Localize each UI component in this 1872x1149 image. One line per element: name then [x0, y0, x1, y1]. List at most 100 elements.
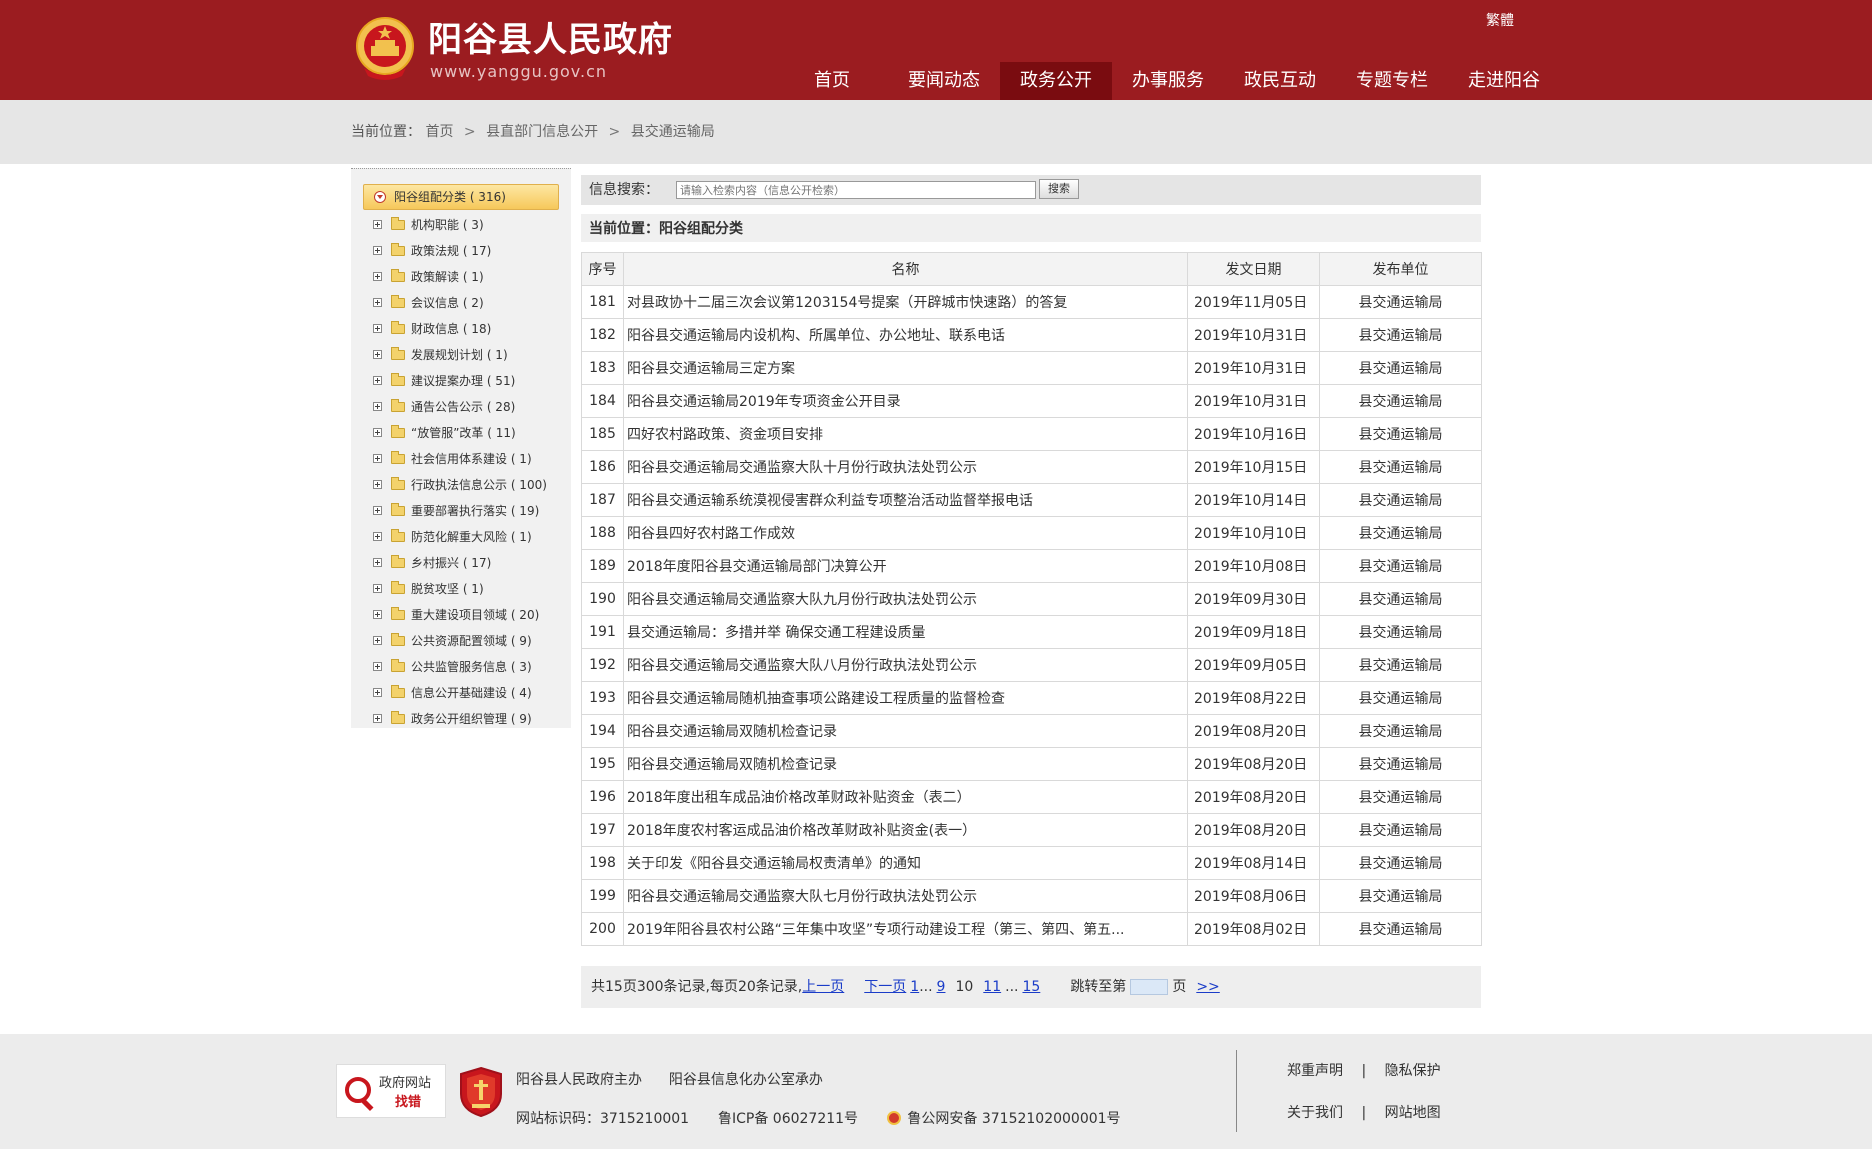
row-title-link[interactable]: 阳谷县交通运输局交通监察大队八月份行政执法处罚公示	[623, 648, 1188, 682]
row-title-link[interactable]: 阳谷县交通运输局随机抽查事项公路建设工程质量的监督检查	[623, 681, 1188, 715]
row-title-link[interactable]: 阳谷县交通运输局三定方案	[623, 351, 1188, 385]
tree-item[interactable]: 信息公开基础建设 ( 4)	[351, 680, 571, 706]
nav-interaction[interactable]: 政民互动	[1224, 62, 1336, 100]
tree-item[interactable]: 发展规划计划 ( 1)	[351, 342, 571, 368]
expand-plus-icon[interactable]	[373, 532, 382, 541]
tree-item[interactable]: 建议提案办理 ( 51)	[351, 368, 571, 394]
row-title-link[interactable]: 阳谷县交通运输局内设机构、所属单位、办公地址、联系电话	[623, 318, 1188, 352]
expand-plus-icon[interactable]	[373, 506, 382, 515]
expand-plus-icon[interactable]	[373, 246, 382, 255]
tree-item[interactable]: 乡村振兴 ( 17)	[351, 550, 571, 576]
footer-police[interactable]: 鲁公网安备 37152102000001号	[907, 1111, 1120, 1127]
row-title-link[interactable]: 阳谷县四好农村路工作成效	[623, 516, 1188, 550]
pager-next[interactable]: 下一页	[864, 978, 906, 996]
breadcrumb-home[interactable]: 首页	[425, 124, 453, 140]
footer-link-sitemap[interactable]: 网站地图	[1385, 1105, 1441, 1121]
site-title[interactable]: 阳谷县人民政府	[428, 20, 673, 60]
expand-plus-icon[interactable]	[373, 428, 382, 437]
pager-jump-input[interactable]	[1130, 979, 1169, 995]
traditional-chinese-link[interactable]: 繁體	[1486, 12, 1514, 30]
tree-item[interactable]: 政策解读 ( 1)	[351, 264, 571, 290]
pager-page-first[interactable]: 1	[910, 978, 919, 996]
party-gov-badge-icon[interactable]	[458, 1066, 504, 1118]
expand-plus-icon[interactable]	[373, 636, 382, 645]
pager-page-11[interactable]: 11	[983, 978, 1001, 996]
footer-sponsor: 阳谷县人民政府主办	[516, 1072, 642, 1088]
row-title-link[interactable]: 阳谷县交通运输局交通监察大队七月份行政执法处罚公示	[623, 879, 1188, 913]
row-dept: 县交通运输局	[1319, 879, 1482, 913]
row-title-link[interactable]: 2018年度阳谷县交通运输局部门决算公开	[623, 549, 1188, 583]
expand-plus-icon[interactable]	[373, 402, 382, 411]
nav-gov-affairs[interactable]: 政务公开	[1000, 62, 1112, 100]
row-title-link[interactable]: 2018年度农村客运成品油价格改革财政补贴资金(表一）	[623, 813, 1188, 847]
expand-plus-icon[interactable]	[373, 350, 382, 359]
expand-circle-icon[interactable]	[374, 191, 386, 203]
row-title-link[interactable]: 阳谷县交通运输局双随机检查记录	[623, 747, 1188, 781]
tree-item[interactable]: 政策法规 ( 17)	[351, 238, 571, 264]
row-date: 2019年10月14日	[1187, 483, 1320, 517]
tree-item[interactable]: 防范化解重大风险 ( 1)	[351, 524, 571, 550]
row-title-link[interactable]: 2018年度出租车成品油价格改革财政补贴资金（表二）	[623, 780, 1188, 814]
table-row: 193 阳谷县交通运输局随机抽查事项公路建设工程质量的监督检查 2019年08月22…	[581, 681, 1482, 715]
row-title-link[interactable]: 阳谷县交通运输局双随机检查记录	[623, 714, 1188, 748]
row-title-link[interactable]: 关于印发《阳谷县交通运输局权责清单》的通知	[623, 846, 1188, 880]
expand-plus-icon[interactable]	[373, 610, 382, 619]
expand-plus-icon[interactable]	[373, 220, 382, 229]
expand-plus-icon[interactable]	[373, 688, 382, 697]
row-title-link[interactable]: 对县政协十二届三次会议第1203154号提案（开辟城市快速路）的答复	[623, 285, 1188, 319]
footer-link-statement[interactable]: 郑重声明	[1287, 1063, 1343, 1079]
tree-item[interactable]: 重大建设项目领域 ( 20)	[351, 602, 571, 628]
expand-plus-icon[interactable]	[373, 272, 382, 281]
footer-link-privacy[interactable]: 隐私保护	[1385, 1063, 1441, 1079]
footer-icp[interactable]: 鲁ICP备 06027211号	[718, 1111, 858, 1127]
footer-link-about[interactable]: 关于我们	[1287, 1105, 1343, 1121]
row-title-link[interactable]: 县交通运输局：多措并举 确保交通工程建设质量	[623, 615, 1188, 649]
row-date: 2019年11月05日	[1187, 285, 1320, 319]
tree-item[interactable]: 重要部署执行落实 ( 19)	[351, 498, 571, 524]
tree-item[interactable]: 公共资源配置领域 ( 9)	[351, 628, 571, 654]
pager-go-button[interactable]: >>	[1196, 978, 1219, 996]
tree-item[interactable]: 脱贫攻坚 ( 1)	[351, 576, 571, 602]
expand-plus-icon[interactable]	[373, 480, 382, 489]
expand-plus-icon[interactable]	[373, 662, 382, 671]
expand-plus-icon[interactable]	[373, 298, 382, 307]
tree-item[interactable]: “放管服”改革 ( 11)	[351, 420, 571, 446]
breadcrumb-dept-info[interactable]: 县直部门信息公开	[486, 124, 598, 140]
nav-services[interactable]: 办事服务	[1112, 62, 1224, 100]
nav-news[interactable]: 要闻动态	[888, 62, 1000, 100]
nav-topics[interactable]: 专题专栏	[1336, 62, 1448, 100]
tree-item[interactable]: 机构职能 ( 3)	[351, 212, 571, 238]
tree-item[interactable]: 社会信用体系建设 ( 1)	[351, 446, 571, 472]
find-error-badge[interactable]: 政府网站 找错	[336, 1064, 446, 1118]
breadcrumb-current[interactable]: 县交通运输局	[631, 124, 715, 140]
expand-plus-icon[interactable]	[373, 558, 382, 567]
nav-home[interactable]: 首页	[776, 62, 888, 100]
breadcrumb-separator: >	[463, 124, 476, 140]
pager-prev[interactable]: 上一页	[802, 978, 844, 996]
search-input[interactable]	[676, 181, 1036, 199]
tree-item[interactable]: 财政信息 ( 18)	[351, 316, 571, 342]
row-date: 2019年08月20日	[1187, 747, 1320, 781]
tree-item[interactable]: 通告公告公示 ( 28)	[351, 394, 571, 420]
nav-about[interactable]: 走进阳谷	[1448, 62, 1560, 100]
expand-plus-icon[interactable]	[373, 584, 382, 593]
tree-item[interactable]: 行政执法信息公示 ( 100)	[351, 472, 571, 498]
tree-root[interactable]: 阳谷组配分类 ( 316)	[363, 184, 559, 210]
row-title-link[interactable]: 阳谷县交通运输局交通监察大队十月份行政执法处罚公示	[623, 450, 1188, 484]
tree-item[interactable]: 会议信息 ( 2)	[351, 290, 571, 316]
tree-item[interactable]: 公共监管服务信息 ( 3)	[351, 654, 571, 680]
row-title-link[interactable]: 2019年阳谷县农村公路“三年集中攻坚”专项行动建设工程（第三、第四、第五...	[623, 912, 1188, 946]
pager-page-last[interactable]: 15	[1022, 978, 1040, 996]
expand-plus-icon[interactable]	[373, 376, 382, 385]
expand-plus-icon[interactable]	[373, 324, 382, 333]
pager-page-9[interactable]: 9	[937, 978, 946, 996]
row-title-link[interactable]: 阳谷县交通运输局交通监察大队九月份行政执法处罚公示	[623, 582, 1188, 616]
row-title-link[interactable]: 四好农村路政策、资金项目安排	[623, 417, 1188, 451]
tree-item[interactable]: 政务公开组织管理 ( 9)	[351, 706, 571, 732]
row-title-link[interactable]: 阳谷县交通运输局2019年专项资金公开目录	[623, 384, 1188, 418]
table-header-row: 序号 名称 发文日期 发布单位	[581, 252, 1482, 286]
expand-plus-icon[interactable]	[373, 454, 382, 463]
row-title-link[interactable]: 阳谷县交通运输系统漠视侵害群众利益专项整治活动监督举报电话	[623, 483, 1188, 517]
expand-plus-icon[interactable]	[373, 714, 382, 723]
search-button[interactable]: 搜索	[1039, 179, 1079, 199]
